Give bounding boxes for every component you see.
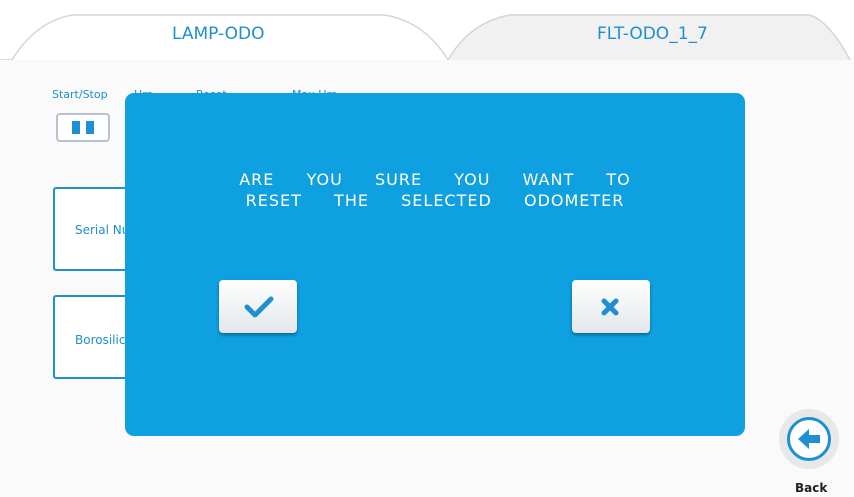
tab-shapes xyxy=(0,14,854,60)
header-start-stop: Start/Stop xyxy=(52,88,108,101)
pause-icon xyxy=(72,121,80,134)
borosilicate-label: Borosilic xyxy=(75,333,126,347)
dialog-message-line-1: ARE YOU SURE YOU WANT TO xyxy=(239,170,631,189)
back-button[interactable] xyxy=(779,409,839,469)
dialog-message-line-2: RESET THE SELECTED ODOMETER xyxy=(245,191,625,210)
tab-bar: LAMP-ODO FLT-ODO_1_7 xyxy=(0,0,854,60)
x-icon xyxy=(601,298,619,316)
cancel-button[interactable] xyxy=(572,280,650,333)
tab-flt-odo[interactable]: FLT-ODO_1_7 xyxy=(597,24,708,44)
tab-lamp-odo[interactable]: LAMP-ODO xyxy=(172,24,265,44)
serial-number-label: Serial Nu xyxy=(75,223,130,237)
start-stop-button[interactable] xyxy=(56,113,110,142)
arrow-left-icon xyxy=(798,429,820,449)
checkmark-icon xyxy=(244,296,274,318)
back-label: Back xyxy=(795,481,828,495)
reset-confirm-dialog: ARE YOU SURE YOU WANT TO RESET THE SELEC… xyxy=(125,93,745,436)
confirm-button[interactable] xyxy=(219,280,297,333)
